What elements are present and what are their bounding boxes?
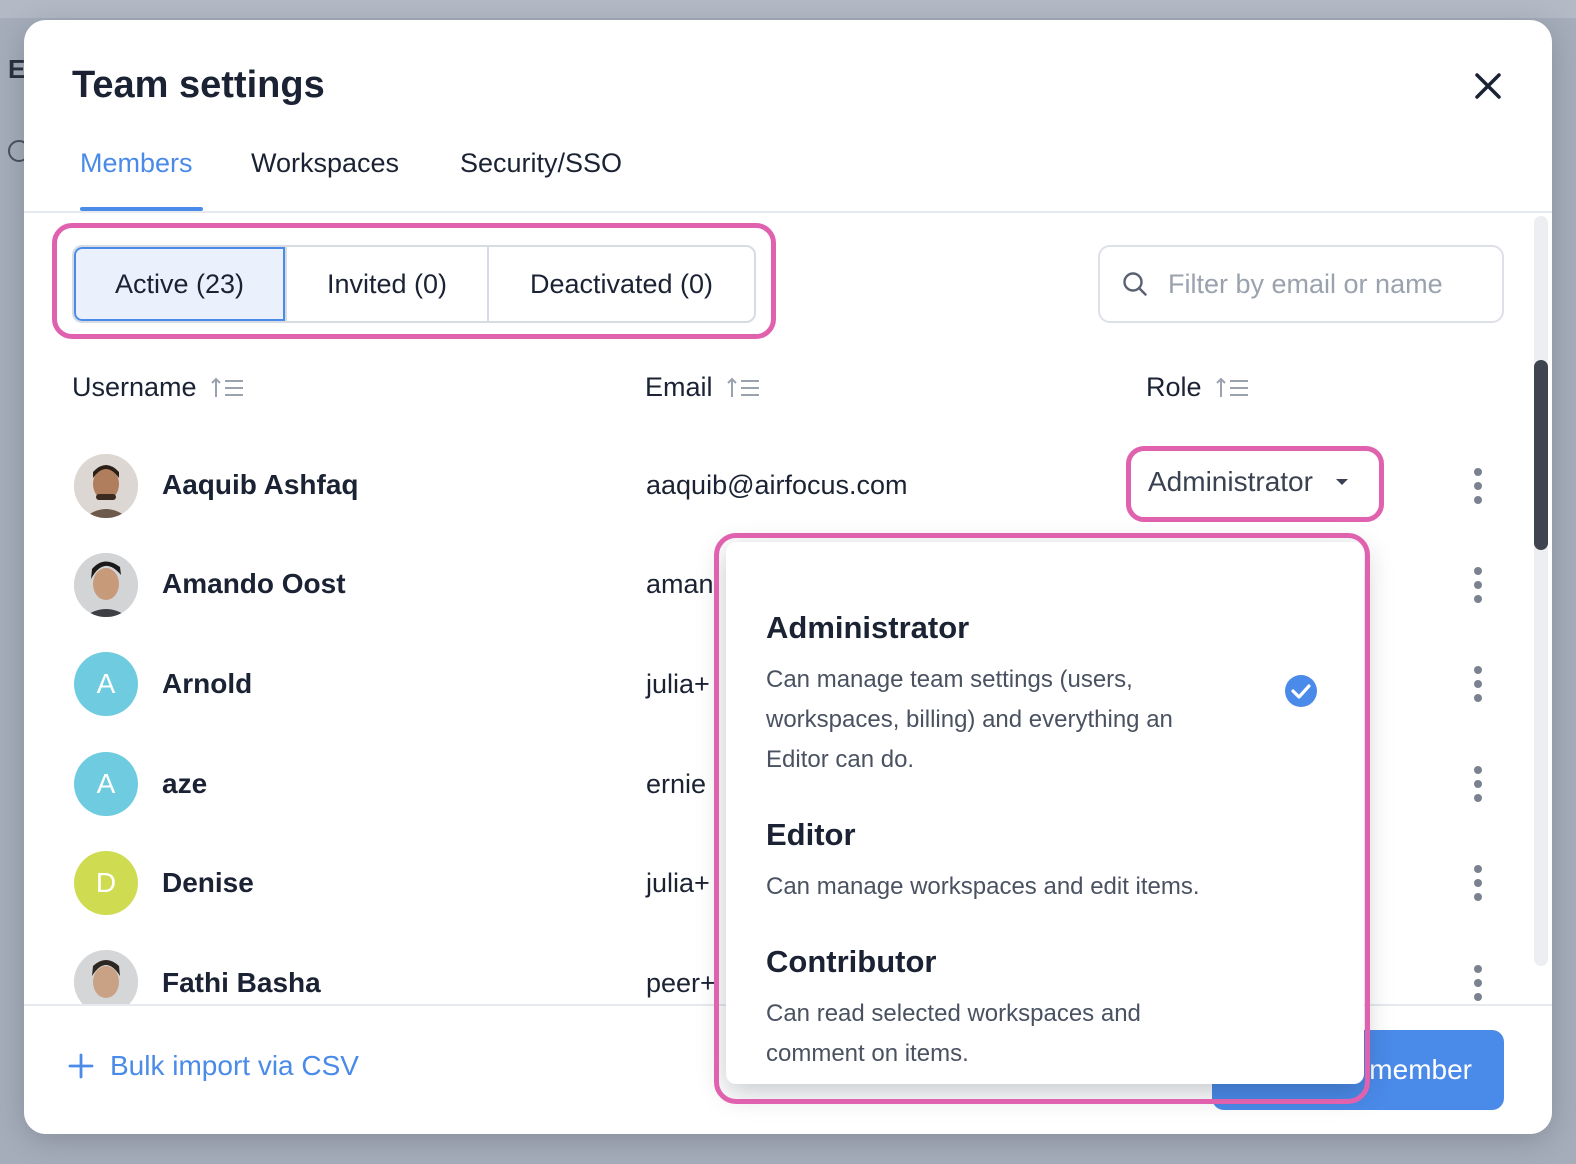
email: julia+ bbox=[646, 669, 710, 699]
role-option-title: Contributor bbox=[766, 944, 937, 979]
scrollbar-track[interactable] bbox=[1534, 216, 1548, 966]
user-photo-icon bbox=[74, 553, 138, 617]
background-app-letter: E bbox=[8, 54, 26, 84]
team-settings-modal: Team settings Members Workspaces Securit… bbox=[24, 20, 1552, 1134]
column-header-username[interactable]: Username bbox=[72, 372, 245, 403]
role-option-title: Administrator bbox=[766, 610, 970, 645]
more-options-icon[interactable] bbox=[1470, 963, 1486, 1003]
status-filter: Active (23) Invited (0) Deactivated (0) bbox=[72, 245, 756, 323]
username: Aaquib Ashfaq bbox=[162, 469, 359, 500]
username: Arnold bbox=[162, 668, 253, 699]
column-header-role[interactable]: Role bbox=[1146, 372, 1250, 403]
caret-down-icon bbox=[1335, 479, 1348, 485]
more-options-icon[interactable] bbox=[1470, 466, 1486, 506]
avatar: A bbox=[74, 752, 138, 816]
filter-deactivated[interactable]: Deactivated (0) bbox=[487, 247, 754, 321]
role-select[interactable]: Administrator bbox=[1148, 466, 1349, 498]
role-option-description: Can manage workspaces and edit items. bbox=[766, 873, 1200, 900]
plus-icon bbox=[68, 1053, 94, 1079]
bulk-import-label: Bulk import via CSV bbox=[110, 1050, 359, 1081]
username: aze bbox=[162, 768, 208, 799]
role-select-value: Administrator bbox=[1148, 466, 1313, 497]
column-header-label: Role bbox=[1146, 372, 1202, 402]
username: Amando Oost bbox=[162, 568, 346, 599]
email: aman bbox=[646, 569, 714, 599]
close-icon bbox=[1475, 73, 1501, 99]
tab-security-sso[interactable]: Security/SSO bbox=[460, 148, 622, 179]
avatar: D bbox=[74, 851, 138, 915]
sort-icon bbox=[1215, 377, 1248, 397]
user-photo-icon bbox=[74, 454, 138, 518]
bulk-import-button[interactable]: Bulk import via CSV bbox=[68, 1050, 359, 1082]
background-app bbox=[0, 0, 1576, 18]
tab-workspaces[interactable]: Workspaces bbox=[251, 148, 399, 179]
username: Denise bbox=[162, 867, 254, 898]
more-options-icon[interactable] bbox=[1470, 664, 1486, 704]
role-option-description: Can manage team settings (users, workspa… bbox=[766, 666, 1173, 773]
modal-title: Team settings bbox=[72, 64, 325, 106]
tab-members[interactable]: Members bbox=[80, 148, 193, 179]
filter-invited[interactable]: Invited (0) bbox=[285, 247, 487, 321]
sort-icon bbox=[210, 377, 243, 397]
column-header-label: Email bbox=[645, 372, 713, 402]
column-header-label: Username bbox=[72, 372, 197, 402]
email: aaquib@airfocus.com bbox=[646, 470, 908, 500]
filter-active[interactable]: Active (23) bbox=[74, 247, 285, 321]
close-button[interactable] bbox=[1466, 64, 1510, 108]
avatar: A bbox=[74, 652, 138, 716]
sort-icon bbox=[726, 377, 759, 397]
email: ernie bbox=[646, 769, 707, 799]
scrollbar-thumb[interactable] bbox=[1534, 360, 1548, 550]
column-header-email[interactable]: Email bbox=[645, 372, 761, 403]
tabs-divider bbox=[24, 211, 1552, 213]
role-option-description: Can read selected workspaces and comment… bbox=[766, 1000, 1141, 1067]
more-options-icon[interactable] bbox=[1470, 764, 1486, 804]
username: Fathi Basha bbox=[162, 967, 321, 998]
more-options-icon[interactable] bbox=[1470, 863, 1486, 903]
more-options-icon[interactable] bbox=[1470, 565, 1486, 605]
email: peer+ bbox=[646, 968, 716, 998]
avatar bbox=[74, 553, 138, 617]
checkmark-icon bbox=[1285, 675, 1317, 707]
avatar bbox=[74, 454, 138, 518]
search-input[interactable] bbox=[1166, 267, 1480, 301]
add-member-label: member bbox=[1369, 1054, 1472, 1085]
email: julia+ bbox=[646, 868, 710, 898]
search-icon bbox=[1123, 272, 1147, 296]
search-box bbox=[1098, 245, 1504, 323]
role-option-title: Editor bbox=[766, 817, 856, 852]
role-dropdown-menu: Administrator Can manage team settings (… bbox=[726, 542, 1364, 1084]
